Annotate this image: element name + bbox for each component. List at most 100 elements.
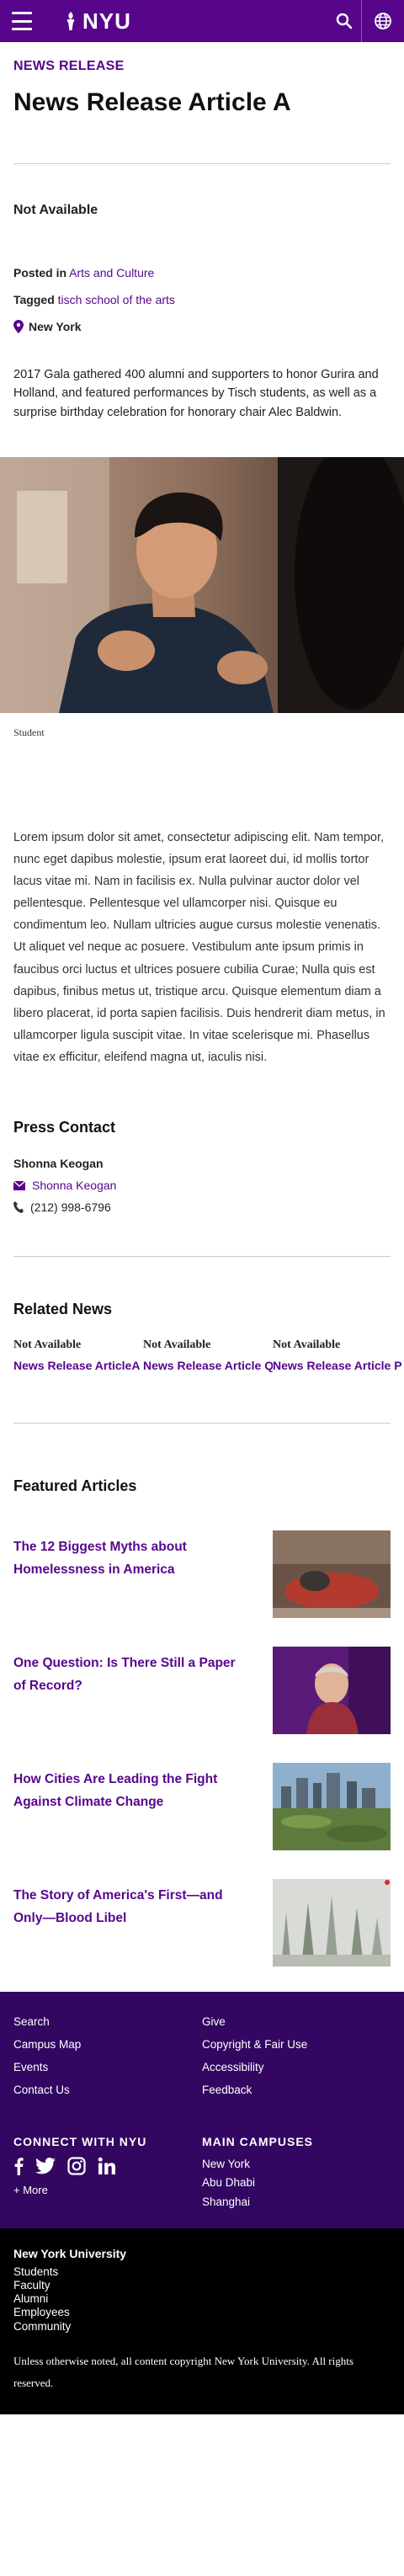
featured-item[interactable]: The Story of America's First—and Only—Bl… (0, 1879, 404, 1967)
article-summary: 2017 Gala gathered 400 alumni and suppor… (13, 367, 379, 419)
divider (13, 163, 391, 164)
audience-link-employees[interactable]: Employees (13, 2306, 391, 2319)
category-link[interactable]: Arts and Culture (69, 266, 154, 279)
campuses-heading: MAIN CAMPUSES (202, 2135, 314, 2148)
audience-link-faculty[interactable]: Faculty (13, 2279, 391, 2292)
torch-icon (67, 12, 74, 30)
tagged-row: Tagged tisch school of the arts (13, 292, 391, 307)
contact-phone: (212) 998-6796 (30, 1200, 111, 1214)
contact-email-row: Shonna Keogan (13, 1179, 391, 1192)
footer-link-campus-map[interactable]: Campus Map (13, 2038, 202, 2051)
footer-link-events[interactable]: Events (13, 2061, 202, 2073)
meta-block: Posted in Arts and Culture Tagged tisch … (13, 265, 391, 335)
header-actions (327, 0, 404, 42)
featured-articles: Featured Articles The 12 Biggest Myths a… (0, 1477, 404, 1967)
tagged-label: Tagged (13, 293, 55, 307)
contact-email-link[interactable]: Shonna Keogan (32, 1179, 116, 1192)
posted-row: Posted in Arts and Culture (13, 265, 391, 280)
related-news-heading: Related News (13, 1301, 113, 1317)
campus-list: New York Abu Dhabi Shanghai (202, 2155, 391, 2211)
featured-title[interactable]: One Question: Is There Still a Paper of … (13, 1652, 241, 1697)
related-link[interactable]: News Release Article QN (143, 1359, 273, 1372)
campus-link[interactable]: Shanghai (202, 2193, 391, 2211)
featured-thumbnail[interactable] (273, 1879, 391, 1967)
press-contact-heading: Press Contact (13, 1119, 116, 1136)
audience-link-alumni[interactable]: Alumni (13, 2292, 391, 2306)
more-social-link[interactable]: + More (13, 2184, 202, 2196)
divider (13, 1256, 391, 1257)
footer-link-contact[interactable]: Contact Us (13, 2084, 202, 2096)
audience-link-community[interactable]: Community (13, 2320, 391, 2334)
divider (13, 1423, 391, 1424)
campus-link[interactable]: New York (202, 2155, 391, 2174)
featured-item[interactable]: The 12 Biggest Myths about Homelessness … (0, 1530, 404, 1618)
logo-text: NYU (82, 8, 131, 34)
twitter-icon[interactable] (35, 2158, 56, 2174)
copyright-notice: Unless otherwise noted, all content copy… (13, 2354, 354, 2389)
featured-heading: Featured Articles (13, 1477, 137, 1494)
student-photo-illustration (0, 456, 404, 713)
footer-connect: CONNECT WITH NYU + More MAIN CAMPUSES Ne… (13, 2135, 391, 2211)
related-news-list: Not Available News Release ArticleA Not … (0, 1339, 404, 1372)
linkedin-icon[interactable] (98, 2157, 116, 2175)
featured-item[interactable]: One Question: Is There Still a Paper of … (0, 1647, 404, 1734)
related-status: Not Available (273, 1339, 341, 1351)
university-name: New York University (13, 2246, 127, 2260)
footer-link-give[interactable]: Give (202, 2015, 391, 2028)
article-header: NEWS RELEASE News Release Article A (0, 59, 404, 118)
instagram-icon[interactable] (67, 2157, 86, 2175)
related-item: Not Available News Release Article QN (143, 1339, 273, 1372)
footer-bottom: New York University Students Faculty Alu… (0, 2227, 404, 2414)
press-contact: Press Contact Shonna Keogan Shonna Keoga… (0, 1119, 404, 1214)
footer-link-copyright[interactable]: Copyright & Fair Use (202, 2038, 391, 2051)
article-body: Lorem ipsum dolor sit amet, consectetur … (13, 830, 385, 1064)
footer-link-feedback[interactable]: Feedback (202, 2084, 391, 2096)
featured-title[interactable]: The 12 Biggest Myths about Homelessness … (13, 1535, 241, 1581)
article-eyebrow: NEWS RELEASE (13, 59, 125, 73)
featured-thumbnail[interactable] (273, 1763, 391, 1850)
audience-links: Students Faculty Alumni Employees Commun… (13, 2265, 391, 2334)
contact-phone-row: (212) 998-6796 (13, 1200, 391, 1214)
connect-heading: CONNECT WITH NYU (13, 2135, 147, 2148)
featured-thumbnail[interactable] (273, 1530, 391, 1618)
campuses-block: MAIN CAMPUSES New York Abu Dhabi Shangha… (202, 2135, 391, 2211)
globe-icon[interactable] (362, 0, 404, 42)
related-item: Not Available News Release Article P (273, 1339, 402, 1372)
footer-link-search[interactable]: Search (13, 2015, 202, 2028)
location-row: New York (13, 319, 391, 334)
facebook-icon[interactable] (13, 2157, 24, 2175)
top-navigation-bar: NYU (0, 0, 404, 42)
article-meta: Not Available Posted in Arts and Culture… (0, 203, 404, 422)
map-pin-icon (13, 320, 24, 334)
footer-link-accessibility[interactable]: Accessibility (202, 2061, 391, 2073)
site-footer: Search Give Campus Map Copyright & Fair … (0, 1992, 404, 2228)
tag-link[interactable]: tisch school of the arts (58, 293, 175, 306)
location-text: New York (29, 320, 82, 334)
social-block: CONNECT WITH NYU + More (13, 2135, 202, 2211)
envelope-icon (13, 1180, 25, 1190)
related-status: Not Available (143, 1339, 211, 1351)
related-status: Not Available (13, 1339, 82, 1351)
status-heading: Not Available (13, 203, 98, 217)
related-item: Not Available News Release ArticleA (13, 1339, 143, 1372)
page-title: News Release Article A (13, 88, 291, 116)
footer-links: Search Give Campus Map Copyright & Fair … (13, 2015, 391, 2096)
featured-title[interactable]: How Cities Are Leading the Fight Against… (13, 1768, 241, 1813)
contact-name: Shonna Keogan (13, 1157, 104, 1170)
search-icon[interactable] (327, 0, 361, 42)
nyu-logo[interactable]: NYU (64, 8, 131, 35)
related-link[interactable]: News Release Article P (273, 1359, 402, 1372)
related-link[interactable]: News Release ArticleA (13, 1359, 143, 1372)
hamburger-menu-icon[interactable] (12, 12, 32, 30)
image-caption: Student (13, 726, 45, 738)
social-icons (13, 2157, 202, 2175)
featured-title[interactable]: The Story of America's First—and Only—Bl… (13, 1884, 241, 1929)
phone-icon (13, 1201, 24, 1213)
article-photo (0, 456, 404, 713)
audience-link-students[interactable]: Students (13, 2265, 391, 2279)
related-news: Related News Not Available News Release … (0, 1301, 404, 1372)
campus-link[interactable]: Abu Dhabi (202, 2174, 391, 2192)
posted-label: Posted in (13, 266, 67, 279)
featured-thumbnail[interactable] (273, 1647, 391, 1734)
featured-item[interactable]: How Cities Are Leading the Fight Against… (0, 1763, 404, 1850)
